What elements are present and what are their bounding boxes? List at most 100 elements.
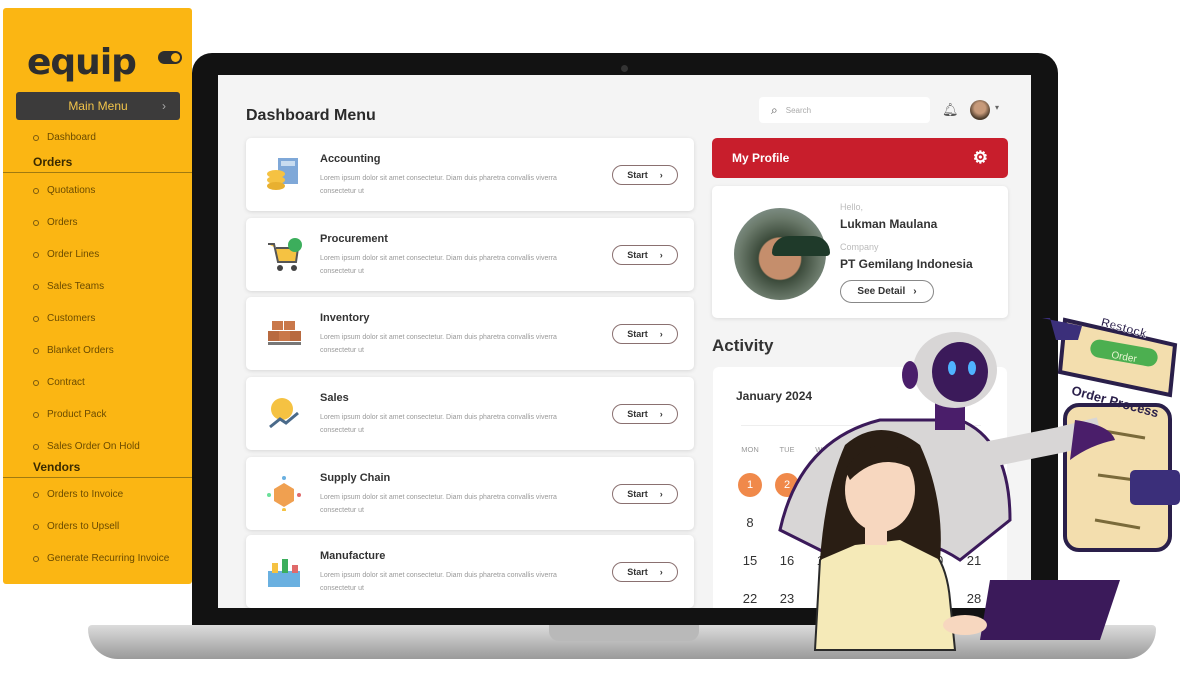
sidebar-item[interactable]: Sales Teams <box>33 281 104 292</box>
calendar-day[interactable]: 6 <box>924 473 948 497</box>
module-description: Lorem ipsum dolor sit amet consectetur. … <box>320 255 557 275</box>
calendar-day[interactable]: 11 <box>850 511 874 535</box>
start-label: Start <box>627 250 648 260</box>
gear-icon[interactable]: ⚙ <box>973 148 988 168</box>
sidebar-item[interactable]: Quotations <box>33 185 95 196</box>
start-label: Start <box>627 567 648 577</box>
sidebar-item[interactable]: Orders <box>33 217 78 228</box>
sidebar-item[interactable]: Order Lines <box>33 249 99 260</box>
module-description: Lorem ipsum dolor sit amet consectetur. … <box>320 334 557 354</box>
chevron-down-icon[interactable]: ▾ <box>995 103 999 112</box>
calendar-day[interactable]: 5 <box>887 473 911 497</box>
calendar-day[interactable]: 28 <box>962 587 986 608</box>
dashboard-screen: Dashboard Menu Accounting Lorem ipsum do… <box>218 75 1031 608</box>
chevron-right-icon: › <box>162 99 166 113</box>
start-button[interactable]: Start › <box>612 404 678 424</box>
calendar-day[interactable]: 16 <box>775 549 799 573</box>
divider <box>3 172 192 173</box>
chevron-right-icon: › <box>659 489 663 499</box>
sidebar-item-label: Orders <box>47 217 78 228</box>
start-button[interactable]: Start › <box>612 484 678 504</box>
calendar-day[interactable]: 24 <box>812 587 836 608</box>
sidebar-section-vendors: Vendors <box>33 460 81 474</box>
calendar-day[interactable]: 2 <box>775 473 799 497</box>
calendar-day[interactable]: 1 <box>738 473 762 497</box>
circle-icon <box>33 134 39 141</box>
weekday-label: MON <box>741 445 759 454</box>
cart-check-icon <box>268 238 302 271</box>
chevron-right-icon: › <box>659 567 663 577</box>
module-description: Lorem ipsum dolor sit amet consectetur. … <box>320 175 557 195</box>
calendar-day[interactable]: 18 <box>850 549 874 573</box>
profile-header-title: My Profile <box>732 151 790 165</box>
module-card-accounting: Accounting Lorem ipsum dolor sit amet co… <box>246 138 694 211</box>
start-button[interactable]: Start › <box>612 165 678 185</box>
sidebar-item-label: Generate Recurring Invoice <box>47 553 170 564</box>
chevron-right-icon: › <box>659 409 663 419</box>
module-description: Lorem ipsum dolor sit amet consectetur. … <box>320 572 557 592</box>
main-menu-button[interactable]: Main Menu › <box>16 92 180 120</box>
calendar-day[interactable]: 20 <box>924 549 948 573</box>
theme-toggle[interactable] <box>158 51 182 64</box>
calendar-day[interactable]: 10 <box>812 511 836 535</box>
calendar-month: January 2024 <box>736 389 813 403</box>
sidebar-item[interactable]: Customers <box>33 313 95 324</box>
sidebar-item[interactable]: Orders to Upsell <box>33 521 119 532</box>
module-title: Supply Chain <box>320 472 391 484</box>
factory-icon <box>268 559 300 587</box>
calendar-day[interactable]: 7 <box>962 473 986 497</box>
sidebar-item-label: Orders to Upsell <box>47 521 120 532</box>
sidebar-item[interactable]: Product Pack <box>33 409 106 420</box>
sidebar-item-label: Blanket Orders <box>47 345 114 356</box>
sidebar-item-label: Order Lines <box>47 249 100 260</box>
module-title: Inventory <box>320 312 370 324</box>
module-card-supply-chain: Supply Chain Lorem ipsum dolor sit amet … <box>246 457 694 530</box>
calendar-day[interactable]: 27 <box>924 587 948 608</box>
calendar-day[interactable]: 13 <box>924 511 948 535</box>
restock-label: Restock <box>1100 315 1149 341</box>
weekday-label: WED <box>815 445 833 454</box>
calendar-day[interactable]: 26 <box>887 587 911 608</box>
start-label: Start <box>627 409 648 419</box>
circle-icon <box>33 523 39 530</box>
chevron-right-icon: › <box>659 250 663 260</box>
sidebar-item[interactable]: Orders to Invoice <box>33 489 123 500</box>
profile-card: Hello, Lukman Maulana Company PT Gemilan… <box>712 186 1008 318</box>
sidebar-item[interactable]: Contract <box>33 377 85 388</box>
sidebar-item-dashboard[interactable]: Dashboard <box>33 132 96 143</box>
circle-icon <box>33 443 39 450</box>
search-input[interactable]: ⌕ Search <box>759 97 930 123</box>
module-title: Manufacture <box>320 550 386 562</box>
calendar-day[interactable]: 8 <box>738 511 762 535</box>
calendar-day[interactable]: 21 <box>962 549 986 573</box>
calendar-day[interactable]: 14 <box>962 511 986 535</box>
calendar-day[interactable]: 22 <box>738 587 762 608</box>
circle-icon <box>33 555 39 562</box>
sidebar-item[interactable]: Blanket Orders <box>33 345 114 356</box>
module-card-sales: Sales Lorem ipsum dolor sit amet consect… <box>246 377 694 450</box>
calendar-day[interactable]: 4 <box>850 473 874 497</box>
calendar-day[interactable]: 9 <box>775 511 799 535</box>
calendar-day[interactable]: 19 <box>887 549 911 573</box>
circle-icon <box>33 411 39 418</box>
sidebar-item-label: Dashboard <box>47 132 96 143</box>
calendar-day[interactable]: 15 <box>738 549 762 573</box>
avatar[interactable] <box>970 100 990 120</box>
calendar-day[interactable]: 23 <box>775 587 799 608</box>
module-title: Accounting <box>320 153 381 165</box>
calendar-day[interactable]: 17 <box>812 549 836 573</box>
see-detail-button[interactable]: See Detail › <box>840 280 934 303</box>
sidebar-item[interactable]: Generate Recurring Invoice <box>33 553 169 564</box>
start-button[interactable]: Start › <box>612 324 678 344</box>
circle-icon <box>33 251 39 258</box>
sidebar-item[interactable]: Sales Order On Hold <box>33 441 140 452</box>
calendar: January 2024 MON TUE WED THU FRI SAT SUN 1 2 3 4 5 6… <box>713 367 1007 608</box>
start-button[interactable]: Start › <box>612 562 678 582</box>
bell-icon[interactable]: 🔔︎ <box>942 102 959 118</box>
start-button[interactable]: Start › <box>612 245 678 265</box>
calendar-day[interactable]: 3 <box>812 473 836 497</box>
calendar-day[interactable]: 25 <box>850 587 874 608</box>
calendar-day[interactable]: 12 <box>887 511 911 535</box>
order-process-card: Order Process <box>1063 383 1180 552</box>
weekday-label: SAT <box>928 445 944 454</box>
